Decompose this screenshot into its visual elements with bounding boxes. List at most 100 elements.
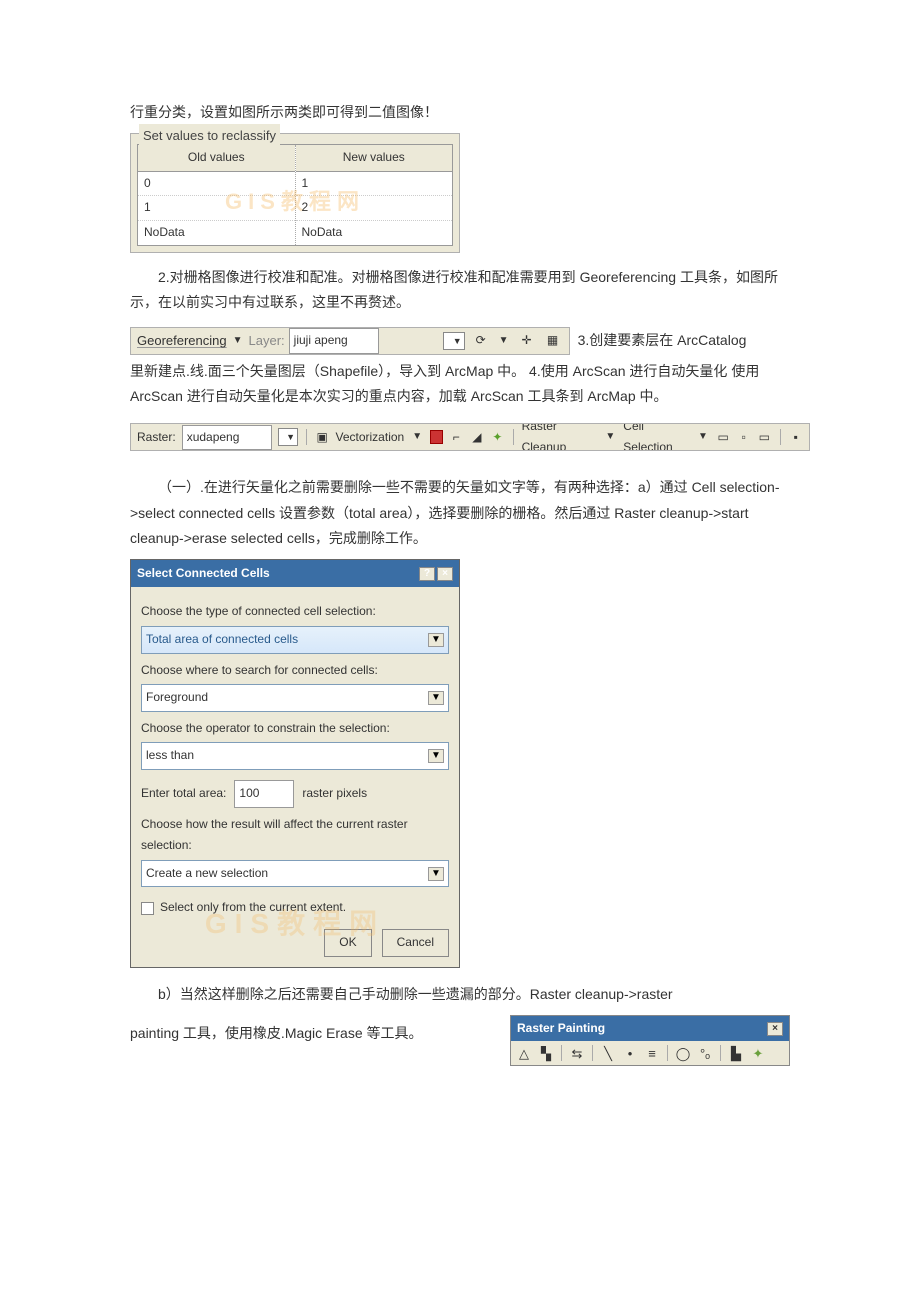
dialog-body: Choose the type of connected cell select… — [131, 587, 459, 966]
checkbox-icon[interactable] — [141, 902, 154, 915]
separator — [306, 429, 307, 445]
combo-type[interactable]: Total area of connected cells ▼ — [141, 626, 449, 654]
combo-type-value: Total area of connected cells — [146, 629, 298, 651]
new-values-header: New values — [296, 145, 453, 172]
draw-freehand-icon[interactable]: • — [621, 1044, 639, 1062]
arcscan-paragraph: 里新建点.线.面三个矢量图层（Shapefile），导入到 ArcMap 中。 … — [130, 359, 790, 409]
red-tool-icon[interactable] — [430, 430, 443, 444]
old-value-cell[interactable]: 0 — [138, 172, 295, 197]
ok-button[interactable]: OK — [324, 929, 371, 957]
dropdown-icon[interactable]: ▼ — [412, 428, 422, 446]
layer-input[interactable]: jiuji apeng — [289, 328, 379, 354]
swap-icon[interactable]: ⇆ — [568, 1044, 586, 1062]
intro-text: 行重分类，设置如图所示两类即可得到二值图像！ — [130, 100, 790, 125]
combo-affect[interactable]: Create a new selection ▼ — [141, 860, 449, 888]
raster-label: Raster: — [137, 427, 176, 449]
raster-painting-titlebar: Raster Painting × — [511, 1016, 789, 1042]
fill-icon[interactable]: ▚ — [537, 1044, 555, 1062]
old-value-cell[interactable]: 1 — [138, 196, 295, 221]
layer-dropdown[interactable]: ▼ — [443, 332, 465, 350]
cell-selection-menu[interactable]: Cell Selection — [623, 423, 690, 451]
rotate-icon[interactable]: ⟳ — [471, 332, 491, 350]
draw-line-icon[interactable]: ╲ — [599, 1044, 617, 1062]
reclass-col-new: New values 1 2 NoData — [296, 145, 453, 244]
dialog-title-text: Select Connected Cells — [137, 563, 270, 585]
combo-operator[interactable]: less than ▼ — [141, 742, 449, 770]
magic-erase-icon[interactable]: ▙ — [727, 1044, 745, 1062]
old-values-header: Old values — [138, 145, 295, 172]
separator — [720, 1045, 721, 1061]
shape-icon[interactable]: ◢ — [470, 430, 485, 444]
area-input[interactable]: 100 — [234, 780, 294, 808]
tool-icon[interactable]: ✦ — [749, 1044, 767, 1062]
reclass-table: Old values 0 1 NoData New values 1 2 NoD… — [137, 144, 453, 245]
help-button[interactable]: ? — [419, 567, 435, 581]
georef-tool-icons: ▼ ⟳ ▼ ✛ ▦ — [443, 332, 563, 350]
dropdown-icon[interactable]: ▼ — [233, 332, 243, 350]
dlg-label-type: Choose the type of connected cell select… — [141, 601, 449, 623]
select-connected-cells-dialog: Select Connected Cells ? × Choose the ty… — [130, 559, 460, 968]
combo-where-value: Foreground — [146, 687, 208, 709]
separator — [513, 429, 514, 445]
select2-icon[interactable]: ▫ — [736, 430, 751, 444]
reclass-title: Set values to reclassify — [139, 124, 280, 147]
options-icon[interactable]: ▪ — [788, 430, 803, 444]
new-value-cell[interactable]: 1 — [296, 172, 453, 197]
layer-label: Layer: — [249, 329, 285, 352]
select3-icon[interactable]: ▭ — [757, 430, 772, 444]
vectorization-menu[interactable]: Vectorization — [336, 427, 405, 449]
extent-checkbox-row[interactable]: Select only from the current extent. — [141, 897, 449, 919]
brush-icon[interactable]: △ — [515, 1044, 533, 1062]
georef-paragraph: 2.对栅格图像进行校准和配准。对栅格图像进行校准和配准需要用到 Georefer… — [130, 265, 790, 315]
separator — [667, 1045, 668, 1061]
close-button[interactable]: × — [767, 1022, 783, 1036]
combo-where[interactable]: Foreground ▼ — [141, 684, 449, 712]
reclass-col-old: Old values 0 1 NoData — [138, 145, 296, 244]
draw-rect-icon[interactable]: ≡ — [643, 1044, 661, 1062]
raster-dropdown[interactable]: ▼ — [278, 428, 298, 446]
sparkle-icon[interactable]: ✦ — [490, 430, 505, 444]
para-b: b）当然这样删除之后还需要自己手动删除一些遗漏的部分。Raster cleanu… — [130, 982, 790, 1007]
chevron-down-icon: ▼ — [428, 633, 444, 647]
raster-painting-toolbar: Raster Painting × △ ▚ ⇆ ╲ • ≡ ◯ °ₒ ▙ ✦ — [510, 1015, 790, 1067]
dropdown-icon[interactable]: ▼ — [499, 332, 509, 350]
new-value-cell[interactable]: NoData — [296, 221, 453, 245]
raster-painting-icons: △ ▚ ⇆ ╲ • ≡ ◯ °ₒ ▙ ✦ — [511, 1041, 789, 1065]
cancel-button[interactable]: Cancel — [382, 929, 449, 957]
separator — [561, 1045, 562, 1061]
dialog-titlebar: Select Connected Cells ? × — [131, 560, 459, 588]
reclass-panel: Set values to reclassify GIS教程网 Old valu… — [130, 133, 460, 252]
chevron-down-icon: ▼ — [428, 749, 444, 763]
dropdown-icon[interactable]: ▼ — [698, 428, 708, 446]
close-button[interactable]: × — [437, 567, 453, 581]
combo-affect-value: Create a new selection — [146, 863, 268, 885]
separator — [592, 1045, 593, 1061]
raster-painting-title: Raster Painting — [517, 1018, 605, 1040]
trail-text: 3.创建要素层在 ArcCatalog — [578, 328, 747, 353]
combo-operator-value: less than — [146, 745, 194, 767]
doc-icon[interactable]: ▣ — [315, 430, 330, 444]
georeferencing-toolbar: Georeferencing ▼ Layer: jiuji apeng ▼ ⟳ … — [130, 327, 570, 355]
old-value-cell[interactable]: NoData — [138, 221, 295, 245]
separator — [780, 429, 781, 445]
chevron-down-icon: ▼ — [428, 691, 444, 705]
erase-icon[interactable]: ◯ — [674, 1044, 692, 1062]
add-control-point-icon[interactable]: ✛ — [517, 332, 537, 350]
select-icon[interactable]: ▭ — [716, 430, 731, 444]
dlg-label-affect: Choose how the result will affect the cu… — [141, 814, 449, 857]
georeferencing-menu[interactable]: Georeferencing — [137, 329, 227, 352]
dropdown-icon[interactable]: ▼ — [605, 428, 615, 446]
raster-input[interactable]: xudapeng — [182, 425, 272, 451]
extent-checkbox-label: Select only from the current extent. — [160, 897, 346, 919]
raster-painting-toolbar-wrap: Raster Painting × △ ▚ ⇆ ╲ • ≡ ◯ °ₒ ▙ ✦ — [510, 1015, 790, 1067]
area-unit: raster pixels — [302, 783, 367, 805]
cell-selection-paragraph: （一）.在进行矢量化之前需要删除一些不需要的矢量如文字等，有两种选择：a）通过 … — [130, 475, 790, 551]
chevron-down-icon: ▼ — [428, 867, 444, 881]
new-value-cell[interactable]: 2 — [296, 196, 453, 221]
raster-cleanup-menu[interactable]: Raster Cleanup — [522, 423, 598, 451]
arcscan-toolbar: Raster: xudapeng ▼ ▣ Vectorization ▼ ⌐ ◢… — [130, 423, 810, 451]
dlg-label-operator: Choose the operator to constrain the sel… — [141, 718, 449, 740]
size-icon[interactable]: °ₒ — [696, 1044, 714, 1062]
view-link-table-icon[interactable]: ▦ — [543, 332, 563, 350]
trace-icon[interactable]: ⌐ — [449, 430, 464, 444]
